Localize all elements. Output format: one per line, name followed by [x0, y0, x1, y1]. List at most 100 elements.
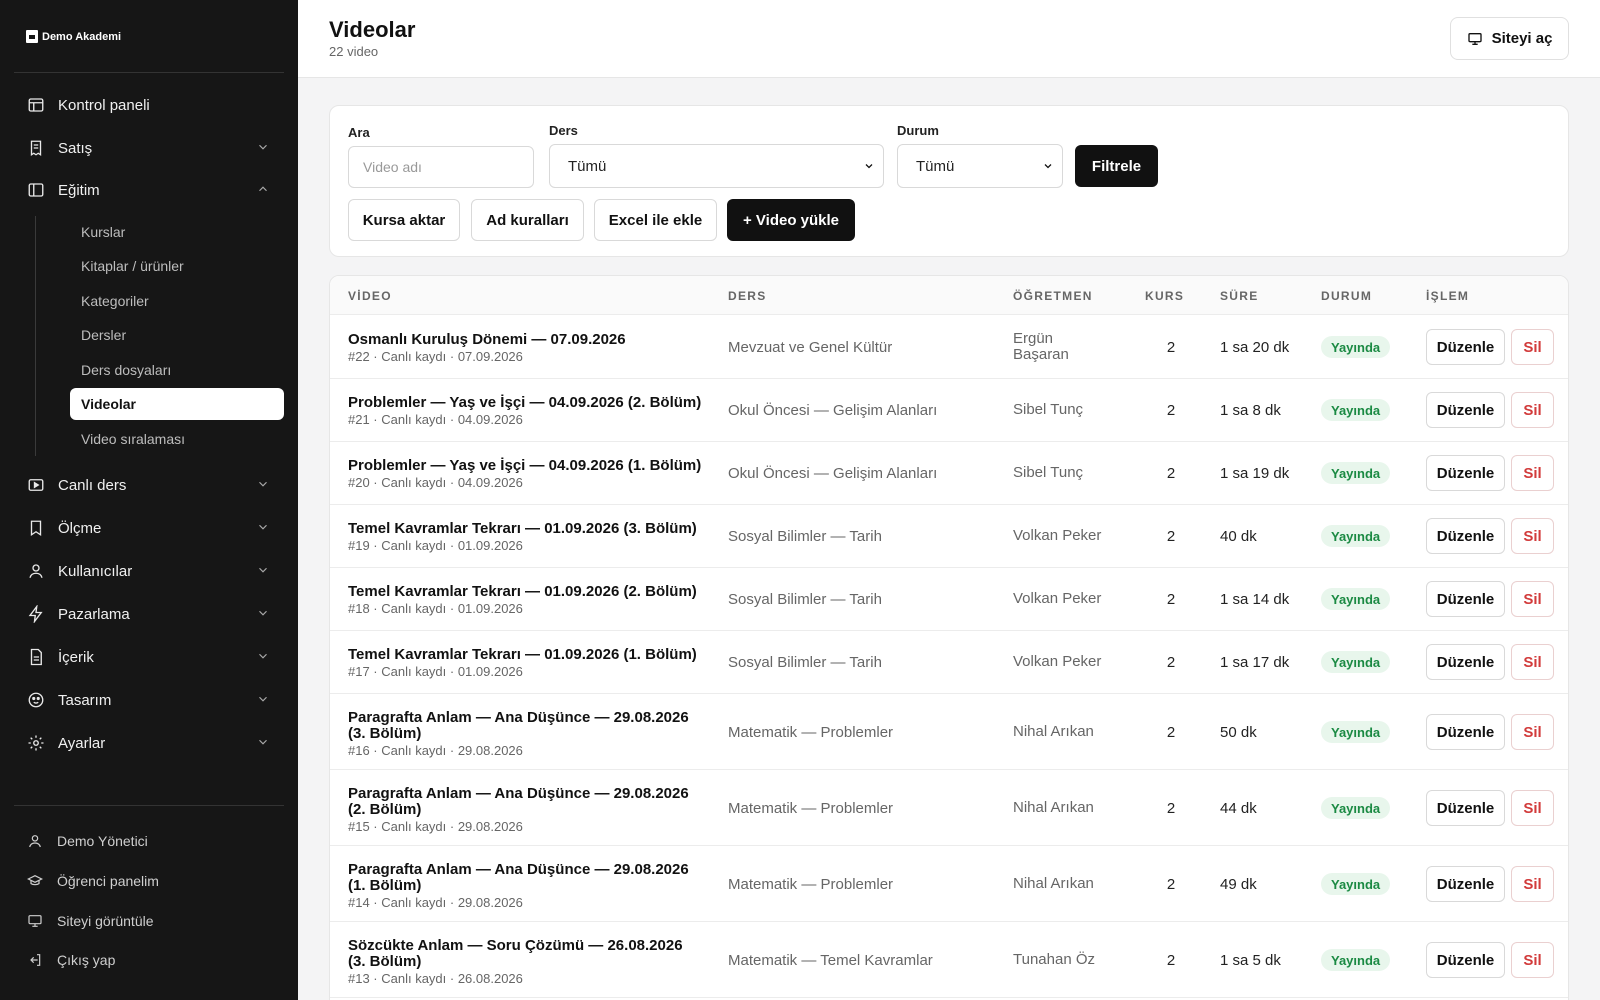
- table-row[interactable]: Paragrafta Anlam — Ana Düşünce — 29.08.2…: [330, 846, 1568, 922]
- table-row[interactable]: Paragrafta Anlam — Ana Düşünce — 29.08.2…: [330, 694, 1568, 770]
- durum-select[interactable]: Tümü: [897, 144, 1063, 188]
- video-yukle-button[interactable]: + Video yükle: [727, 199, 855, 241]
- delete-button[interactable]: Sil: [1511, 714, 1554, 750]
- edit-button[interactable]: Düzenle: [1426, 518, 1505, 554]
- video-meta: #20 · Canlı kaydı · 04.09.2026: [348, 475, 523, 490]
- video-ders: Sosyal Bilimler — Tarih: [728, 528, 882, 545]
- delete-button[interactable]: Sil: [1511, 329, 1554, 365]
- open-site-button[interactable]: Siteyi aç: [1450, 17, 1569, 60]
- video-title[interactable]: Sözcükte Anlam — Soru Çözümü — 26.08.202…: [348, 938, 703, 970]
- edit-button[interactable]: Düzenle: [1426, 942, 1505, 978]
- sidebar-footer-cikis-yap[interactable]: Çıkış yap: [14, 943, 284, 977]
- subnav-item-ders-dosyalari[interactable]: Ders dosyaları: [70, 354, 284, 386]
- table-row[interactable]: Paragrafta Anlam — Ana Düşünce — 29.08.2…: [330, 770, 1568, 846]
- delete-button[interactable]: Sil: [1511, 518, 1554, 554]
- video-title[interactable]: Paragrafta Anlam — Ana Düşünce — 29.08.2…: [348, 710, 703, 742]
- ad-kurallari-button[interactable]: Ad kuralları: [471, 199, 584, 241]
- search-input[interactable]: Video adı: [348, 146, 534, 188]
- video-kurs: 2: [1166, 724, 1176, 741]
- sidebar-footer-ogrenci-panelim[interactable]: Öğrenci panelim: [14, 864, 284, 898]
- sidebar-item-icerik[interactable]: İçerik: [14, 637, 284, 677]
- kursa-aktar-button[interactable]: Kursa aktar: [348, 199, 460, 241]
- chevron-down-icon: [259, 524, 267, 530]
- status-badge: Yayında: [1321, 949, 1391, 971]
- brand[interactable]: Demo Akademi: [26, 30, 121, 43]
- column-header-video[interactable]: VİDEO: [348, 289, 392, 303]
- sidebar-footer-siteyi-goruntule[interactable]: Siteyi görüntüle: [14, 904, 284, 938]
- edit-button[interactable]: Düzenle: [1426, 329, 1505, 365]
- excel-ile-ekle-button[interactable]: Excel ile ekle: [594, 199, 717, 241]
- sidebar-item-label: Pazarlama: [58, 605, 130, 623]
- sidebar-item-pazarlama[interactable]: Pazarlama: [14, 594, 284, 634]
- page-title: Videolar: [329, 17, 416, 42]
- video-ogretmen: Sibel Tunç: [1013, 401, 1084, 418]
- status-badge: Yayında: [1321, 588, 1391, 610]
- sidebar-item-kullanicilar[interactable]: Kullanıcılar: [14, 551, 284, 591]
- delete-button[interactable]: Sil: [1511, 866, 1554, 902]
- sidebar-footer-demo-yonetici[interactable]: Demo Yönetici: [14, 824, 284, 858]
- video-title[interactable]: Osmanlı Kuruluş Dönemi — 07.09.2026: [348, 332, 703, 348]
- subnav-item-video-siralamasi[interactable]: Video sıralaması: [70, 423, 284, 455]
- table-row[interactable]: Osmanlı Kuruluş Dönemi — 07.09.2026 #22 …: [330, 316, 1568, 379]
- edit-button[interactable]: Düzenle: [1426, 455, 1505, 491]
- edit-button[interactable]: Düzenle: [1426, 581, 1505, 617]
- table-row[interactable]: Sözcükte Anlam — Soru Çözümü — 26.08.202…: [330, 922, 1568, 998]
- delete-button[interactable]: Sil: [1511, 942, 1554, 978]
- table-row[interactable]: Problemler — Yaş ve İşçi — 04.09.2026 (2…: [330, 379, 1568, 442]
- video-ogretmen: Nihal Arıkan: [1013, 799, 1094, 816]
- subnav-item-kitaplar[interactable]: Kitaplar / ürünler: [70, 250, 284, 282]
- video-title[interactable]: Paragrafta Anlam — Ana Düşünce — 29.08.2…: [348, 862, 703, 894]
- sidebar: Demo Akademi Kontrol paneli Satış Eğitim…: [0, 0, 298, 1000]
- edit-button[interactable]: Düzenle: [1426, 714, 1505, 750]
- sidebar-item-olcme[interactable]: Ölçme: [14, 508, 284, 548]
- table-row[interactable]: Problemler — Yaş ve İşçi — 04.09.2026 (1…: [330, 442, 1568, 505]
- monitor-icon: [27, 913, 43, 929]
- table-row[interactable]: Temel Kavramlar Tekrarı — 01.09.2026 (1.…: [330, 631, 1568, 694]
- delete-button[interactable]: Sil: [1511, 790, 1554, 826]
- status-badge: Yayında: [1321, 399, 1391, 421]
- video-title[interactable]: Temel Kavramlar Tekrarı — 01.09.2026 (1.…: [348, 647, 703, 663]
- sidebar-item-egitim[interactable]: Eğitim: [14, 170, 284, 210]
- column-header-ogretmen[interactable]: ÖĞRETMEN: [1013, 289, 1093, 303]
- column-header-durum[interactable]: DURUM: [1321, 289, 1372, 303]
- video-title[interactable]: Temel Kavramlar Tekrarı — 01.09.2026 (3.…: [348, 521, 703, 537]
- column-header-kurs[interactable]: KURS: [1145, 289, 1184, 303]
- edit-button[interactable]: Düzenle: [1426, 392, 1505, 428]
- edit-button[interactable]: Düzenle: [1426, 644, 1505, 680]
- sidebar-item-satis[interactable]: Satış: [14, 128, 284, 168]
- column-header-ders[interactable]: DERS: [728, 289, 767, 303]
- page-subtitle: 22 video: [329, 44, 379, 59]
- gear-icon: [27, 734, 45, 752]
- delete-button[interactable]: Sil: [1511, 644, 1554, 680]
- chevron-down-icon: [259, 696, 267, 702]
- chevron-down-icon: [259, 610, 267, 616]
- subnav-item-dersler[interactable]: Dersler: [70, 319, 284, 351]
- column-header-sure[interactable]: SÜRE: [1220, 289, 1259, 303]
- delete-button[interactable]: Sil: [1511, 392, 1554, 428]
- delete-button[interactable]: Sil: [1511, 455, 1554, 491]
- sidebar-item-kontrol-paneli[interactable]: Kontrol paneli: [14, 85, 284, 125]
- edit-button[interactable]: Düzenle: [1426, 790, 1505, 826]
- subnav-item-videolar[interactable]: Videolar: [70, 388, 284, 420]
- filter-button[interactable]: Filtrele: [1075, 145, 1158, 187]
- sidebar-item-canli-ders[interactable]: Canlı ders: [14, 465, 284, 505]
- table-row[interactable]: Temel Kavramlar Tekrarı — 01.09.2026 (2.…: [330, 568, 1568, 631]
- page-header: Videolar 22 video Siteyi aç: [298, 0, 1600, 78]
- table-row[interactable]: Temel Kavramlar Tekrarı — 01.09.2026 (3.…: [330, 505, 1568, 568]
- chevron-down-icon: [259, 144, 267, 150]
- video-ogretmen: Volkan Peker: [1013, 590, 1102, 607]
- subnav-item-kategoriler[interactable]: Kategoriler: [70, 285, 284, 317]
- video-title[interactable]: Problemler — Yaş ve İşçi — 04.09.2026 (2…: [348, 395, 703, 411]
- subnav-item-kurslar[interactable]: Kurslar: [70, 216, 284, 248]
- status-badge: Yayında: [1321, 336, 1391, 358]
- search-placeholder: Video adı: [363, 159, 422, 175]
- video-title[interactable]: Temel Kavramlar Tekrarı — 01.09.2026 (2.…: [348, 584, 703, 600]
- ders-select[interactable]: Tümü: [549, 144, 884, 188]
- video-ders: Sosyal Bilimler — Tarih: [728, 654, 882, 671]
- video-title[interactable]: Problemler — Yaş ve İşçi — 04.09.2026 (1…: [348, 458, 703, 474]
- video-title[interactable]: Paragrafta Anlam — Ana Düşünce — 29.08.2…: [348, 786, 703, 818]
- delete-button[interactable]: Sil: [1511, 581, 1554, 617]
- edit-button[interactable]: Düzenle: [1426, 866, 1505, 902]
- sidebar-item-tasarim[interactable]: Tasarım: [14, 680, 284, 720]
- sidebar-item-ayarlar[interactable]: Ayarlar: [14, 723, 284, 763]
